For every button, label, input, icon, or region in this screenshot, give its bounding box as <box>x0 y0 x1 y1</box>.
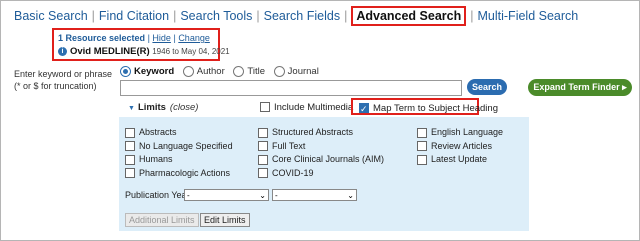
limits-title: Limits <box>137 102 166 113</box>
nav-separator: | <box>344 9 348 23</box>
checkbox-icon[interactable] <box>125 127 135 138</box>
tab-multi-field-search[interactable]: Multi-Field Search <box>478 9 579 23</box>
tab-basic-search[interactable]: Basic Search <box>14 9 88 23</box>
limit-latest-update[interactable]: Latest Update <box>417 153 503 167</box>
limits-panel: Abstracts No Language Specified Humans P… <box>119 117 529 231</box>
limit-full-text[interactable]: Full Text <box>258 140 384 154</box>
checkbox-icon[interactable] <box>417 141 427 152</box>
limit-humans[interactable]: Humans <box>125 153 233 167</box>
checkbox-checked-icon[interactable] <box>359 101 369 118</box>
limits-column-2: Structured Abstracts Full Text Core Clin… <box>258 126 384 180</box>
limits-column-3: English Language Review Articles Latest … <box>417 126 503 167</box>
instruction-line: Enter keyword or phrase <box>14 69 113 79</box>
tab-advanced-search[interactable]: Advanced Search <box>351 6 467 26</box>
radio-icon[interactable] <box>273 66 285 77</box>
limit-pharmacologic-actions[interactable]: Pharmacologic Actions <box>125 167 233 181</box>
limit-abstracts[interactable]: Abstracts <box>125 126 233 140</box>
limit-no-language[interactable]: No Language Specified <box>125 140 233 154</box>
resource-separator: | <box>173 33 176 43</box>
publication-year-label: Publication Year <box>125 190 190 200</box>
search-nav: Basic Search | Find Citation | Search Tools |… <box>14 6 579 26</box>
limit-english-language[interactable]: English Language <box>417 126 503 140</box>
limit-review-articles[interactable]: Review Articles <box>417 140 503 154</box>
edit-limits-button[interactable]: Edit Limits <box>200 213 250 227</box>
option-title[interactable]: Title <box>233 66 265 77</box>
nav-separator: | <box>173 9 177 23</box>
limits-close-link[interactable]: (close) <box>170 102 199 113</box>
checkbox-icon[interactable] <box>125 141 135 152</box>
checkbox-icon[interactable] <box>260 102 270 113</box>
collapse-triangle-icon[interactable]: ▼ <box>128 105 135 112</box>
tab-search-tools[interactable]: Search Tools <box>180 9 252 23</box>
chevron-down-icon: ⌄ <box>347 191 354 200</box>
checkbox-icon[interactable] <box>417 127 427 138</box>
radio-selected-icon[interactable] <box>120 66 131 77</box>
limit-covid-19[interactable]: COVID-19 <box>258 167 384 181</box>
checkbox-icon[interactable] <box>125 168 135 179</box>
truncation-hint: (* or $ for truncation) <box>14 81 97 91</box>
checkbox-icon[interactable] <box>258 141 268 152</box>
checkbox-icon[interactable] <box>258 154 268 165</box>
checkbox-icon[interactable] <box>258 168 268 179</box>
hide-link[interactable]: Hide <box>152 33 171 43</box>
resource-selection-box: 1 Resource selected | Hide | Change i Ovi… <box>52 28 230 61</box>
limits-header[interactable]: ▼ Limits (close) <box>128 102 198 113</box>
limits-column-1: Abstracts No Language Specified Humans P… <box>125 126 233 180</box>
chevron-down-icon: ⌄ <box>259 191 266 200</box>
map-term-option[interactable]: Map Term to Subject Heading <box>351 98 498 118</box>
option-keyword[interactable]: Keyword <box>120 66 174 77</box>
limit-core-clinical-journals[interactable]: Core Clinical Journals (AIM) <box>258 153 384 167</box>
info-icon[interactable]: i <box>58 47 67 57</box>
expand-term-finder-button[interactable]: Expand Term Finder ▸ <box>528 79 632 96</box>
publication-year-from-select[interactable]: - ⌄ <box>184 189 269 201</box>
search-instructions: Enter keyword or phrase (* or $ for trun… <box>14 68 112 92</box>
change-link[interactable]: Change <box>178 33 210 43</box>
nav-separator: | <box>256 9 260 23</box>
resource-line: 1 Resource selected | Hide | Change <box>58 33 210 43</box>
resource-count: 1 Resource selected <box>58 33 146 43</box>
radio-icon[interactable] <box>182 66 194 77</box>
include-multimedia-option[interactable]: Include Multimedia <box>260 102 353 113</box>
option-journal[interactable]: Journal <box>273 66 319 77</box>
limit-structured-abstracts[interactable]: Structured Abstracts <box>258 126 384 140</box>
resource-separator: | <box>147 33 150 43</box>
checkbox-icon[interactable] <box>258 127 268 138</box>
database-dates: 1946 to May 04, 2021 <box>152 47 230 56</box>
additional-limits-button[interactable]: Additional Limits <box>125 213 199 227</box>
tab-search-fields[interactable]: Search Fields <box>264 9 340 23</box>
keyword-input[interactable] <box>120 80 462 96</box>
option-author[interactable]: Author <box>182 66 225 77</box>
database-line: i Ovid MEDLINE(R) 1946 to May 04, 2021 <box>58 46 230 57</box>
publication-year-to-select[interactable]: - ⌄ <box>272 189 357 201</box>
tab-find-citation[interactable]: Find Citation <box>99 9 169 23</box>
search-type-options: Keyword Author Title Journal <box>120 66 325 77</box>
radio-icon[interactable] <box>233 66 245 77</box>
search-button[interactable]: Search <box>467 79 507 95</box>
nav-separator: | <box>470 9 474 23</box>
checkbox-icon[interactable] <box>125 154 135 165</box>
checkbox-icon[interactable] <box>417 154 427 165</box>
nav-separator: | <box>91 9 95 23</box>
database-name: Ovid MEDLINE(R) <box>70 46 150 57</box>
